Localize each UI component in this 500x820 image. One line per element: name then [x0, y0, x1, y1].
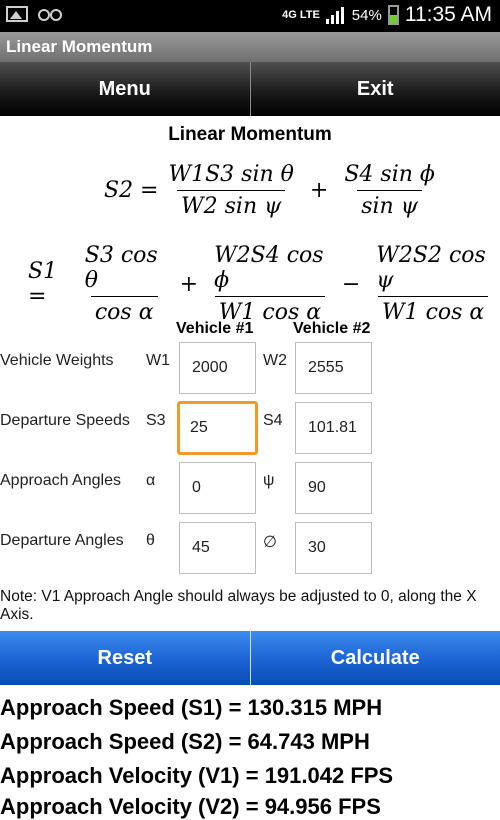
menu-button[interactable]: Menu	[0, 62, 250, 116]
s4-symbol: S4	[263, 412, 283, 430]
numerator: W2S2 cos ψ	[372, 243, 494, 296]
theta-symbol: θ	[146, 532, 155, 550]
fraction: W1S3 sin θ W2 sin ψ	[165, 162, 298, 219]
s3-symbol: S3	[146, 412, 166, 430]
result-v2: Approach Velocity (V2) = 94.956 FPS	[0, 794, 381, 820]
psi-symbol: ψ	[263, 472, 274, 490]
notification-icons	[6, 6, 62, 22]
denominator: W1 cos α	[378, 296, 488, 325]
numerator: W1S3 sin θ	[165, 162, 298, 190]
vehicle-weights-label: Vehicle Weights	[0, 352, 114, 370]
page-title: Linear Momentum	[0, 124, 500, 146]
s3-input[interactable]	[177, 401, 258, 455]
battery-percent: 54%	[352, 7, 382, 24]
w2-symbol: W2	[263, 352, 287, 370]
operator: +	[310, 178, 328, 203]
equation-lhs: S2 =	[104, 178, 159, 203]
equation-s1: S1 = S3 cos θ cos α + W2S4 cos ϕ W1 cos …	[28, 243, 500, 325]
gallery-notification-icon	[6, 6, 28, 22]
s4-input[interactable]	[295, 402, 372, 454]
voicemail-icon	[38, 8, 62, 22]
denominator: sin ψ	[357, 190, 422, 219]
numerator: S4 sin ϕ	[340, 162, 439, 190]
status-right: 4G LTE 54% 11:35 AM	[282, 3, 492, 27]
departure-angles-label: Departure Angles	[0, 532, 124, 550]
reset-button[interactable]: Reset	[0, 631, 250, 685]
status-bar: 4G LTE 54% 11:35 AM	[0, 0, 500, 32]
phi-symbol: ∅	[263, 532, 277, 552]
action-buttons: Reset Calculate	[0, 631, 500, 685]
exit-button[interactable]: Exit	[250, 62, 500, 116]
departure-speeds-label: Departure Speeds	[0, 412, 130, 430]
app-title-bar: Linear Momentum	[0, 32, 500, 62]
operator: +	[180, 272, 198, 297]
approach-angles-label: Approach Angles	[0, 472, 121, 490]
result-s1: Approach Speed (S1) = 130.315 MPH	[0, 695, 382, 721]
phi-input[interactable]	[295, 522, 372, 574]
network-type: 4G LTE	[282, 10, 320, 21]
numerator: W2S4 cos ϕ	[210, 243, 330, 296]
theta-input[interactable]	[179, 522, 256, 574]
battery-icon	[388, 5, 399, 25]
denominator: cos α	[91, 296, 158, 325]
denominator: W2 sin ψ	[177, 190, 285, 219]
w1-symbol: W1	[146, 352, 170, 370]
operator: −	[342, 272, 360, 297]
fraction: W2S2 cos ψ W1 cos α	[372, 243, 494, 325]
fraction: S4 sin ϕ sin ψ	[340, 162, 439, 219]
result-s2: Approach Speed (S2) = 64.743 MPH	[0, 729, 370, 755]
numerator: S3 cos θ	[81, 243, 168, 296]
top-nav: Menu Exit	[0, 62, 500, 116]
vehicle-1-header: Vehicle #1	[176, 320, 253, 338]
result-v1: Approach Velocity (V1) = 191.042 FPS	[0, 763, 393, 789]
calculate-button[interactable]: Calculate	[250, 631, 500, 685]
w2-input[interactable]	[295, 342, 372, 394]
equation-s2: S2 = W1S3 sin θ W2 sin ψ + S4 sin ϕ sin …	[104, 162, 445, 219]
vehicle-2-header: Vehicle #2	[293, 320, 370, 338]
clock: 11:35 AM	[405, 3, 492, 27]
alpha-symbol: α	[146, 472, 155, 490]
fraction: S3 cos θ cos α	[81, 243, 168, 325]
equation-lhs: S1 =	[28, 259, 75, 309]
fraction: W2S4 cos ϕ W1 cos α	[210, 243, 330, 325]
psi-input[interactable]	[295, 462, 372, 514]
note-text: Note: V1 Approach Angle should always be…	[0, 588, 500, 624]
w1-input[interactable]	[179, 342, 256, 394]
alpha-input[interactable]	[179, 462, 256, 514]
signal-icon	[326, 6, 346, 24]
